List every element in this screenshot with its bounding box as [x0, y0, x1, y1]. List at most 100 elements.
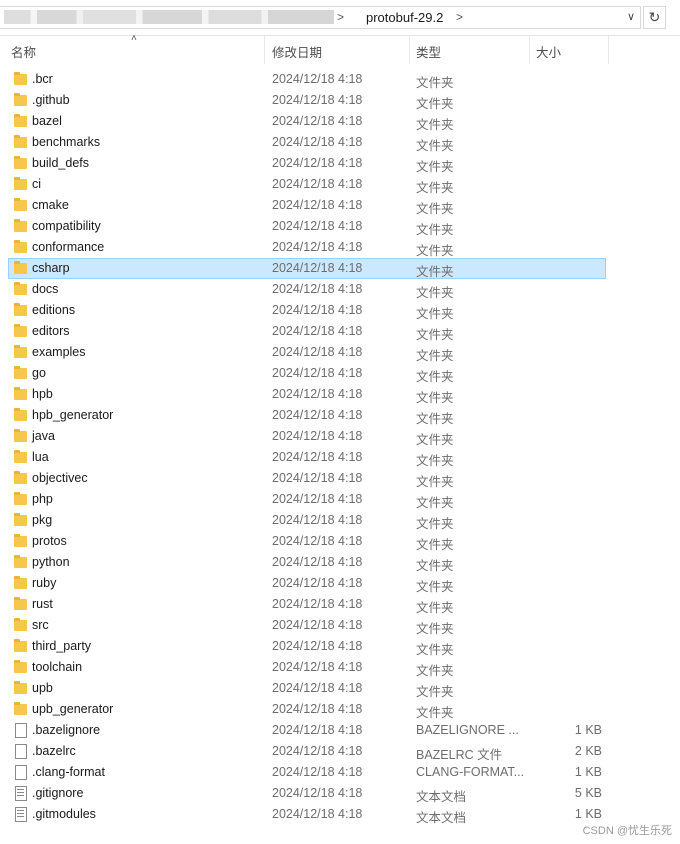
folder-row[interactable]: upb 2024/12/18 4:18 文件夹	[8, 678, 606, 699]
folder-row[interactable]: toolchain 2024/12/18 4:18 文件夹	[8, 657, 606, 678]
file-row[interactable]: .gitmodules 2024/12/18 4:18 文本文档 1 KB	[8, 804, 606, 825]
folder-icon	[14, 177, 27, 191]
file-name: src	[32, 618, 49, 632]
folder-row[interactable]: ci 2024/12/18 4:18 文件夹	[8, 174, 606, 195]
folder-row[interactable]: protos 2024/12/18 4:18 文件夹	[8, 531, 606, 552]
file-row[interactable]: .bazelignore 2024/12/18 4:18 BAZELIGNORE .…	[8, 720, 606, 741]
address-bar[interactable]: > protobuf-29.2 > ∨ ↻	[0, 0, 680, 36]
column-header: ˄ 名称 修改日期 类型 大小	[0, 33, 680, 64]
folder-row[interactable]: hpb 2024/12/18 4:18 文件夹	[8, 384, 606, 405]
folder-icon	[14, 156, 27, 170]
folder-row[interactable]: editions 2024/12/18 4:18 文件夹	[8, 300, 606, 321]
folder-icon	[14, 450, 27, 464]
folder-icon	[14, 72, 27, 86]
file-name: go	[32, 366, 46, 380]
folder-row[interactable]: lua 2024/12/18 4:18 文件夹	[8, 447, 606, 468]
folder-row[interactable]: bazel 2024/12/18 4:18 文件夹	[8, 111, 606, 132]
address-dropdown-icon[interactable]: ∨	[627, 10, 635, 23]
file-date: 2024/12/18 4:18	[272, 177, 363, 191]
folder-row[interactable]: docs 2024/12/18 4:18 文件夹	[8, 279, 606, 300]
file-name: .gitmodules	[32, 807, 96, 821]
file-row[interactable]: .bazelrc 2024/12/18 4:18 BAZELRC 文件 2 KB	[8, 741, 606, 762]
file-type: 文件夹	[416, 118, 454, 132]
file-date: 2024/12/18 4:18	[272, 450, 363, 464]
folder-row[interactable]: upb_generator 2024/12/18 4:18 文件夹	[8, 699, 606, 720]
file-type: 文件夹	[416, 97, 454, 111]
text-file-icon	[14, 807, 27, 822]
folder-row[interactable]: build_defs 2024/12/18 4:18 文件夹	[8, 153, 606, 174]
folder-row[interactable]: rust 2024/12/18 4:18 文件夹	[8, 594, 606, 615]
breadcrumb-current-folder[interactable]: protobuf-29.2	[366, 10, 443, 25]
file-row[interactable]: .gitignore 2024/12/18 4:18 文本文档 5 KB	[8, 783, 606, 804]
file-date: 2024/12/18 4:18	[272, 219, 363, 233]
folder-row[interactable]: src 2024/12/18 4:18 文件夹	[8, 615, 606, 636]
file-name: docs	[32, 282, 59, 296]
file-date: 2024/12/18 4:18	[272, 744, 363, 758]
folder-row[interactable]: benchmarks 2024/12/18 4:18 文件夹	[8, 132, 606, 153]
file-name: examples	[32, 345, 86, 359]
folder-icon	[14, 534, 27, 548]
folder-row[interactable]: go 2024/12/18 4:18 文件夹	[8, 363, 606, 384]
file-date: 2024/12/18 4:18	[272, 660, 363, 674]
folder-row[interactable]: .bcr 2024/12/18 4:18 文件夹	[8, 69, 606, 90]
file-type: 文件夹	[416, 622, 454, 636]
file-type: 文件夹	[416, 454, 454, 468]
file-date: 2024/12/18 4:18	[272, 513, 363, 527]
folder-row[interactable]: php 2024/12/18 4:18 文件夹	[8, 489, 606, 510]
folder-row[interactable]: editors 2024/12/18 4:18 文件夹	[8, 321, 606, 342]
breadcrumb-separator-end[interactable]: >	[456, 10, 463, 24]
column-divider[interactable]	[608, 36, 609, 64]
file-name: .bazelignore	[32, 723, 101, 737]
folder-row[interactable]: python 2024/12/18 4:18 文件夹	[8, 552, 606, 573]
column-divider[interactable]	[264, 36, 265, 64]
column-divider[interactable]	[409, 36, 410, 64]
folder-row[interactable]: compatibility 2024/12/18 4:18 文件夹	[8, 216, 606, 237]
folder-icon	[14, 303, 27, 317]
folder-row[interactable]: ruby 2024/12/18 4:18 文件夹	[8, 573, 606, 594]
file-date: 2024/12/18 4:18	[272, 387, 363, 401]
folder-row[interactable]: java 2024/12/18 4:18 文件夹	[8, 426, 606, 447]
column-size[interactable]: 大小	[536, 42, 561, 61]
file-type: 文件夹	[416, 181, 454, 195]
file-name: php	[32, 492, 53, 506]
file-name: ruby	[32, 576, 57, 590]
file-size: 1 KB	[574, 723, 602, 737]
file-type: 文件夹	[416, 412, 454, 426]
watermark: CSDN @忧生乐死	[582, 825, 672, 837]
folder-row[interactable]: hpb_generator 2024/12/18 4:18 文件夹	[8, 405, 606, 426]
file-date: 2024/12/18 4:18	[272, 765, 363, 779]
column-date[interactable]: 修改日期	[272, 42, 322, 61]
file-name: bazel	[32, 114, 62, 128]
file-type: 文件夹	[416, 601, 454, 615]
file-type: BAZELIGNORE ...	[416, 723, 519, 737]
refresh-icon[interactable]: ↻	[643, 6, 666, 29]
file-date: 2024/12/18 4:18	[272, 345, 363, 359]
file-name: java	[32, 429, 55, 443]
folder-icon	[14, 93, 27, 107]
folder-icon	[14, 135, 27, 149]
folder-row[interactable]: objectivec 2024/12/18 4:18 文件夹	[8, 468, 606, 489]
file-date: 2024/12/18 4:18	[272, 723, 363, 737]
folder-row[interactable]: .github 2024/12/18 4:18 文件夹	[8, 90, 606, 111]
breadcrumb-separator[interactable]: >	[337, 10, 344, 24]
file-date: 2024/12/18 4:18	[272, 156, 363, 170]
folder-icon	[14, 681, 27, 695]
column-name[interactable]: 名称	[11, 42, 36, 61]
folder-row[interactable]: conformance 2024/12/18 4:18 文件夹	[8, 237, 606, 258]
file-type: 文本文档	[416, 811, 467, 825]
column-type[interactable]: 类型	[416, 42, 441, 61]
file-type: 文件夹	[416, 328, 454, 342]
file-row[interactable]: .clang-format 2024/12/18 4:18 CLANG-FORMAT…	[8, 762, 606, 783]
column-divider[interactable]	[529, 36, 530, 64]
folder-row[interactable]: third_party 2024/12/18 4:18 文件夹	[8, 636, 606, 657]
folder-row[interactable]: pkg 2024/12/18 4:18 文件夹	[8, 510, 606, 531]
file-type: 文件夹	[416, 370, 454, 384]
file-date: 2024/12/18 4:18	[272, 681, 363, 695]
file-type: 文本文档	[416, 790, 467, 804]
folder-row[interactable]: cmake 2024/12/18 4:18 文件夹	[8, 195, 606, 216]
folder-row[interactable]: examples 2024/12/18 4:18 文件夹	[8, 342, 606, 363]
file-name: upb	[32, 681, 53, 695]
folder-icon	[14, 513, 27, 527]
folder-row[interactable]: csharp 2024/12/18 4:18 文件夹	[8, 258, 606, 279]
folder-icon	[14, 282, 27, 296]
